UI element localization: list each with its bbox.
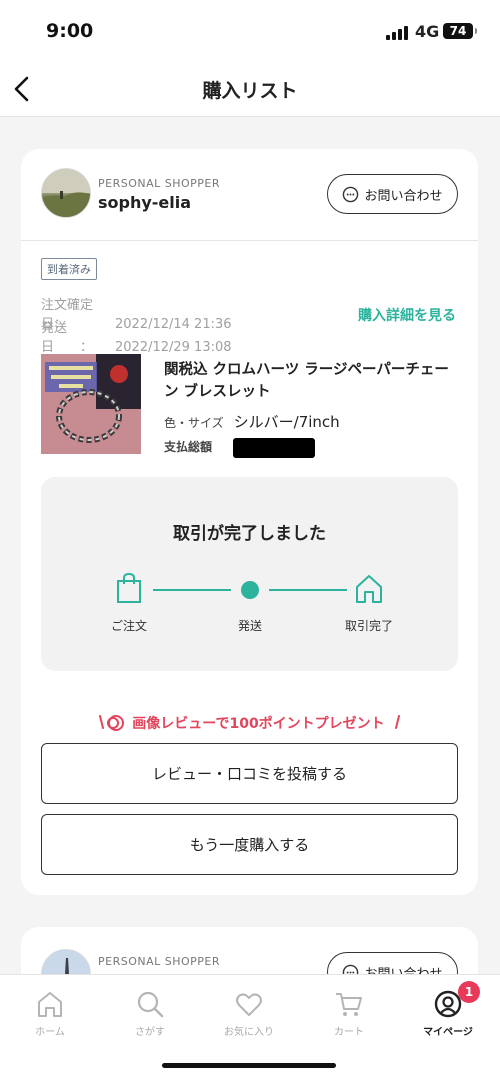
promo-text: 画像レビューで100ポイントプレゼント <box>132 716 385 732</box>
step-line-1 <box>153 589 231 591</box>
step-label-shipped: 発送 <box>237 619 262 633</box>
tab-home[interactable]: ホーム <box>10 989 90 1038</box>
battery-icon: 74 <box>443 23 477 39</box>
sparkle-left-icon <box>97 712 127 736</box>
step-line-2 <box>269 589 347 591</box>
nav-bar: 購入リスト <box>0 62 500 117</box>
step-dot-shipped <box>241 581 259 599</box>
tab-cart[interactable]: カート <box>309 989 389 1038</box>
total-row: 支払総額 <box>164 438 212 455</box>
page-title: 購入リスト <box>202 80 298 102</box>
status-bar: 9:00 4G 74 <box>0 0 500 62</box>
spec-value: シルバー/7inch <box>233 413 340 431</box>
write-review-button[interactable]: レビュー・口コミを投稿する <box>41 743 458 804</box>
shop-name[interactable]: sophy-elia <box>98 193 191 212</box>
shop-type-2: PERSONAL SHOPPER <box>98 955 221 968</box>
tab-label-search: さがす <box>135 1027 165 1038</box>
tab-label-home: ホーム <box>35 1027 65 1038</box>
tab-label-favorites: お気に入り <box>224 1027 274 1038</box>
product-name[interactable]: 関税込 クロムハーツ ラージペーパーチェーン ブレスレット <box>164 359 459 403</box>
spec-label: 色・サイズ <box>164 416 224 430</box>
heart-icon <box>236 993 262 1016</box>
shopping-bag-icon <box>114 571 144 605</box>
ship-date-row: 発送日 ： 2022/12/29 13:08 <box>41 317 232 355</box>
shop-type: PERSONAL SHOPPER <box>98 177 221 190</box>
cart-icon <box>336 993 362 1016</box>
tab-label-cart: カート <box>334 1027 364 1038</box>
step-label-order: ご注文 <box>110 619 147 633</box>
step-label-complete: 取引完了 <box>344 619 393 633</box>
promo-banner: 画像レビューで100ポイントプレゼント <box>21 712 478 736</box>
sparkle-right-icon <box>390 712 402 736</box>
tab-favorites[interactable]: お気に入り <box>209 989 289 1038</box>
contact-label: お問い合わせ <box>364 188 443 204</box>
shop-row: PERSONAL SHOPPER sophy-elia お問い合わせ <box>21 149 478 241</box>
status-time: 9:00 <box>46 20 94 42</box>
search-icon <box>137 991 164 1018</box>
tab-bar: ホーム さがす お気に入り カート マイページ 1 <box>0 974 500 1080</box>
total-redacted <box>233 438 315 458</box>
home-icon <box>38 992 62 1017</box>
tab-mypage[interactable]: マイページ 1 <box>408 981 488 1038</box>
product-image[interactable] <box>41 354 141 454</box>
signal-icon <box>386 24 410 40</box>
home-indicator <box>162 1063 336 1068</box>
tab-search[interactable]: さがす <box>110 989 190 1038</box>
contact-button[interactable]: お問い合わせ <box>327 174 458 214</box>
total-label: 支払総額 <box>164 440 213 454</box>
ship-date-label: 発送日 ： <box>41 321 94 355</box>
spec-row: 色・サイズ シルバー/7inch <box>164 411 340 432</box>
progress-title: 取引が完了しました <box>173 524 326 544</box>
notification-badge: 1 <box>458 981 480 1003</box>
buy-again-button[interactable]: もう一度購入する <box>41 814 458 875</box>
status-badge: 到着済み <box>41 258 97 280</box>
order-card: PERSONAL SHOPPER sophy-elia お問い合わせ 到着済み … <box>21 149 478 895</box>
shop-avatar[interactable] <box>41 168 91 218</box>
tab-label-mypage: マイページ <box>423 1027 473 1038</box>
chat-bubble-icon <box>343 186 359 202</box>
view-detail-link[interactable]: 購入詳細を見る <box>358 305 456 325</box>
network-type: 4G <box>415 22 440 41</box>
house-icon <box>354 571 384 605</box>
ship-date-value: 2022/12/29 13:08 <box>115 340 232 355</box>
progress-box: 取引が完了しました ご注文 発送 取引完了 <box>41 477 458 671</box>
